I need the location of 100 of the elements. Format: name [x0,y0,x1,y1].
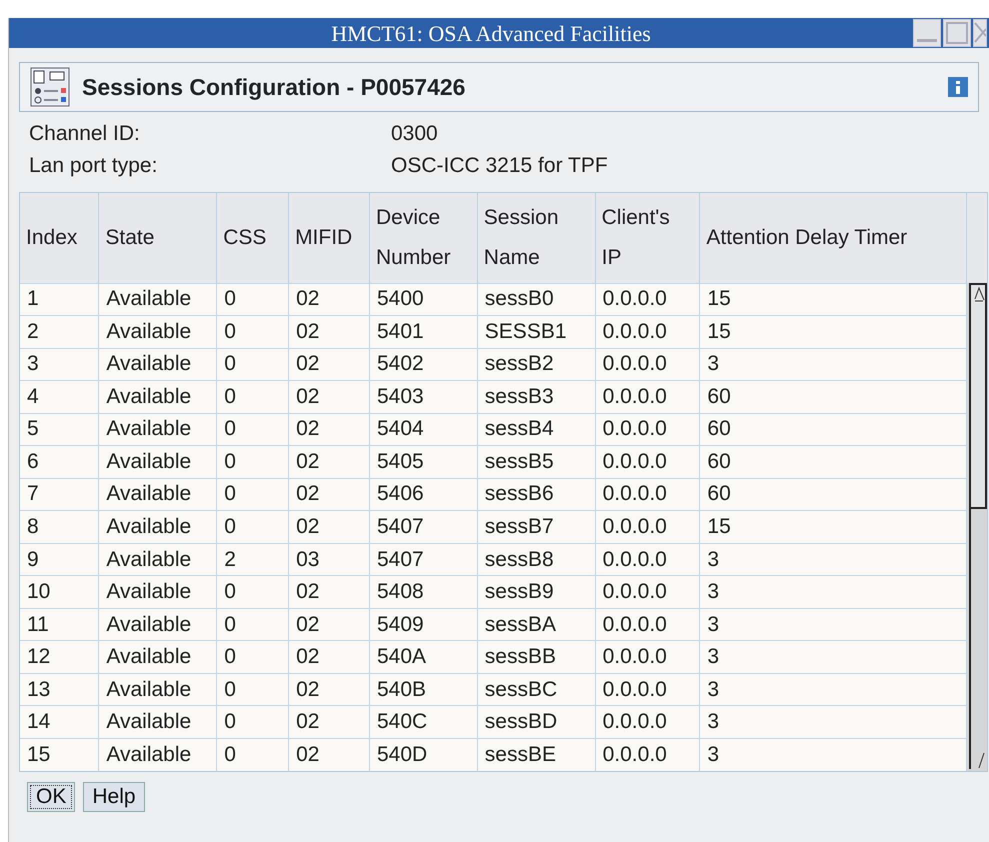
maximize-icon [944,20,970,46]
table-cell: 10 [20,576,99,608]
scroll-bar[interactable] [967,283,987,771]
table-cell: 02 [288,510,370,544]
table-cell: 0 [216,640,289,674]
table-cell: 5409 [369,608,478,641]
table-cell: 0 [216,348,289,381]
dialog-button[interactable]: Help [83,782,145,812]
table-cell: 02 [288,413,370,446]
table-cell: 02 [288,380,370,414]
table-cell: sessB3 [477,380,596,414]
maximize-button[interactable] [943,19,971,47]
table-cell: 0.0.0.0 [595,316,700,348]
table-cell: sessB4 [477,413,596,446]
table-cell: sessB8 [477,543,596,576]
table-cell: 540D [369,738,478,771]
table-cell: 0.0.0.0 [595,640,700,674]
table-cell: sessBE [477,738,596,771]
table-cell: 0 [216,446,289,478]
table-cell: 02 [288,640,370,674]
table-cell: 5405 [369,446,478,478]
info-icon[interactable] [948,77,968,97]
table-cell: 02 [288,608,370,641]
table-cell: 5408 [369,576,478,608]
field-value: OSC-ICC 3215 for TPF [391,154,608,177]
table-cell: 3 [700,576,966,608]
table-cell: 13 [20,673,99,706]
field-value: 0300 [391,122,438,145]
table-cell: 15 [700,316,966,348]
table-cell: sessBD [477,706,596,738]
table-cell: 3 [700,706,966,738]
table-cell: 0.0.0.0 [595,510,700,544]
table-cell: 0 [216,706,289,738]
table-cell: Available [98,283,217,316]
table-cell: 5400 [369,283,478,316]
table-cell: 1 [20,283,99,316]
table-cell: Available [98,413,217,446]
table-cell: 2 [20,316,99,348]
device-panel-icon [30,67,70,107]
field-label: Channel ID: [29,121,141,147]
table-cell: 02 [288,738,370,771]
table-cell: sessBC [477,673,596,706]
table-cell: Available [98,706,217,738]
table-cell: 540B [369,673,478,706]
table-cell: sessB0 [477,283,596,316]
table-cell: SESSB1 [477,316,596,348]
table-cell: 0.0.0.0 [595,576,700,608]
table-cell: Available [98,640,217,674]
table-cell: Available [98,316,217,348]
table-cell: 0.0.0.0 [595,543,700,576]
table-cell: 0 [216,478,289,511]
minimize-icon [917,39,937,42]
table-cell: 02 [288,478,370,511]
table-cell: 14 [20,706,99,738]
table-cell: 0.0.0.0 [595,608,700,641]
table-cell: 0.0.0.0 [595,673,700,706]
minimize-button[interactable] [913,19,941,47]
field-label: Lan port type: [29,153,158,179]
table-cell: 0.0.0.0 [595,283,700,316]
close-button[interactable] [973,19,987,47]
table-cell: 0.0.0.0 [595,706,700,738]
table-cell: 5407 [369,510,478,544]
table-cell: 5404 [369,413,478,446]
table-cell: sessB6 [477,478,596,511]
table-cell: sessBA [477,608,596,641]
column-header[interactable]: State [98,193,217,283]
column-header[interactable]: Index [20,193,99,283]
table-cell: 0.0.0.0 [595,446,700,478]
table-cell: 60 [700,446,966,478]
column-header[interactable]: Attention Delay Timer [700,193,966,283]
table-cell: 2 [216,543,289,576]
dialog-button[interactable]: OK [27,782,76,812]
table-cell: 0 [216,413,289,446]
table-cell: 5402 [369,348,478,381]
table-cell: 0 [216,316,289,348]
table-cell: sessB7 [477,510,596,544]
table-cell: Available [98,510,217,544]
table-cell: 5 [20,413,99,446]
table-cell: 540A [369,640,478,674]
table-cell: 3 [700,608,966,641]
window-title: HMCT61: OSA Advanced Facilities [330,20,652,48]
table-cell: 15 [700,283,966,316]
table-cell: 0 [216,380,289,414]
table-cell: 9 [20,543,99,576]
table-cell: 5407 [369,543,478,576]
table-cell: 12 [20,640,99,674]
table-cell: Available [98,738,217,771]
table-cell: 02 [288,283,370,316]
table-cell: 3 [20,348,99,381]
column-header[interactable]: MIFID [288,193,370,283]
column-header[interactable]: Client's IP [595,193,700,283]
column-header[interactable]: CSS [216,193,289,283]
table-cell: 60 [700,413,966,446]
column-header[interactable]: Device Number [369,193,478,283]
table-cell: 11 [20,608,99,641]
table-cell: sessB9 [477,576,596,608]
table-cell: 4 [20,380,99,414]
table-cell: sessBB [477,640,596,674]
table-cell: 60 [700,380,966,414]
table-cell: Available [98,478,217,511]
